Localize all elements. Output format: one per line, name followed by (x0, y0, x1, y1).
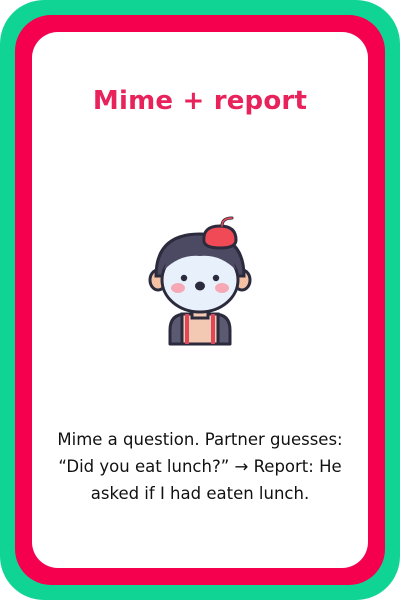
mime-icon (148, 216, 252, 346)
card-description: Mime a question. Partner guesses: “Did y… (57, 430, 343, 503)
card-title: Mime + report (92, 86, 308, 116)
